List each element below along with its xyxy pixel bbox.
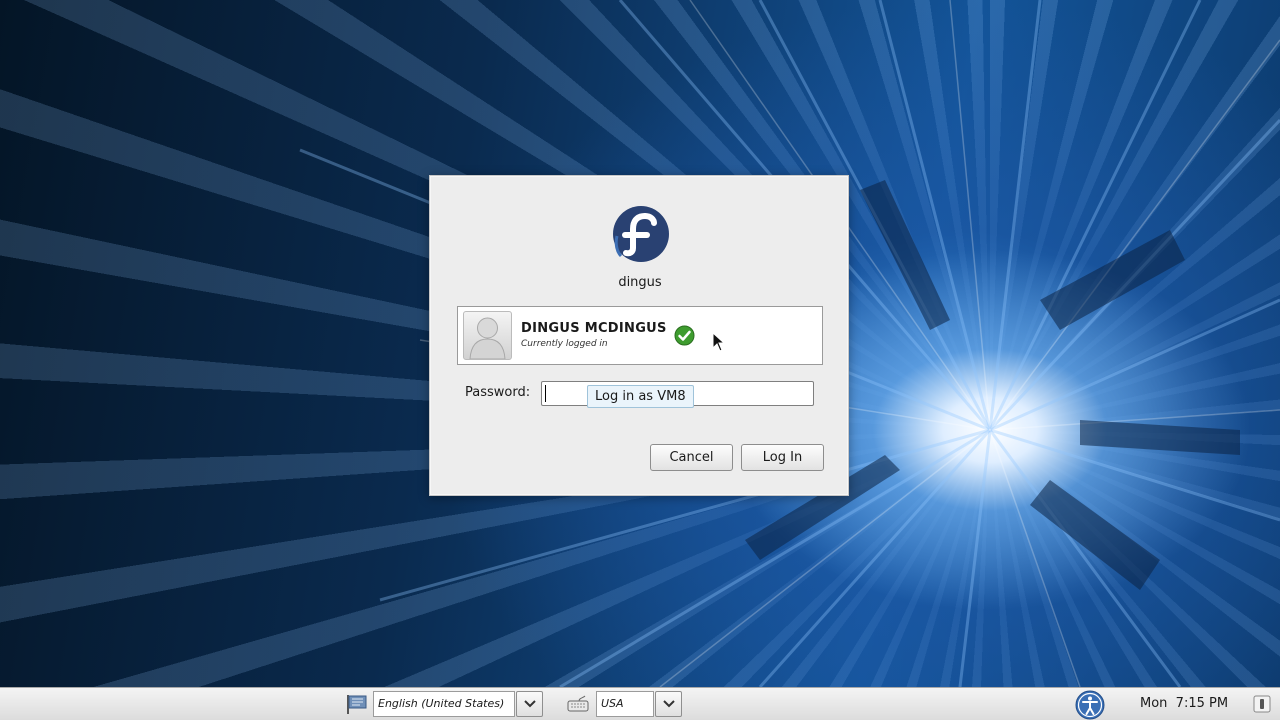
language-select[interactable]: English (United States): [373, 691, 515, 717]
mouse-pointer-icon: [712, 332, 726, 352]
user-list-item[interactable]: DINGUS MCDINGUS Currently logged in: [457, 306, 823, 365]
accessibility-icon[interactable]: [1075, 690, 1105, 720]
cancel-button[interactable]: Cancel: [650, 444, 733, 471]
keyboard-icon: [567, 695, 589, 712]
user-status: Currently logged in: [521, 339, 608, 349]
keyboard-dropdown-button[interactable]: [655, 691, 682, 717]
power-icon[interactable]: [1252, 694, 1272, 714]
user-avatar-icon: [463, 311, 512, 360]
chevron-down-icon: [663, 700, 675, 708]
password-label: Password:: [465, 385, 531, 400]
keyboard-layout-select[interactable]: USA: [596, 691, 654, 717]
language-flag-icon: [347, 695, 367, 714]
chevron-down-icon: [524, 700, 536, 708]
login-button[interactable]: Log In: [741, 444, 824, 471]
bottom-panel: English (United States) USA Mon 7:15 PM: [0, 687, 1280, 720]
user-name: DINGUS MCDINGUS: [521, 321, 667, 336]
hostname: dingus: [618, 275, 662, 290]
checkmark-icon: [674, 325, 695, 346]
fedora-logo-icon: [613, 206, 669, 262]
clock[interactable]: Mon 7:15 PM: [1140, 696, 1228, 711]
tooltip: Log in as VM8: [587, 385, 694, 408]
login-dialog: dingus DINGUS MCDINGUS Currently logged …: [429, 175, 849, 496]
text-caret: [545, 385, 546, 402]
language-dropdown-button[interactable]: [516, 691, 543, 717]
